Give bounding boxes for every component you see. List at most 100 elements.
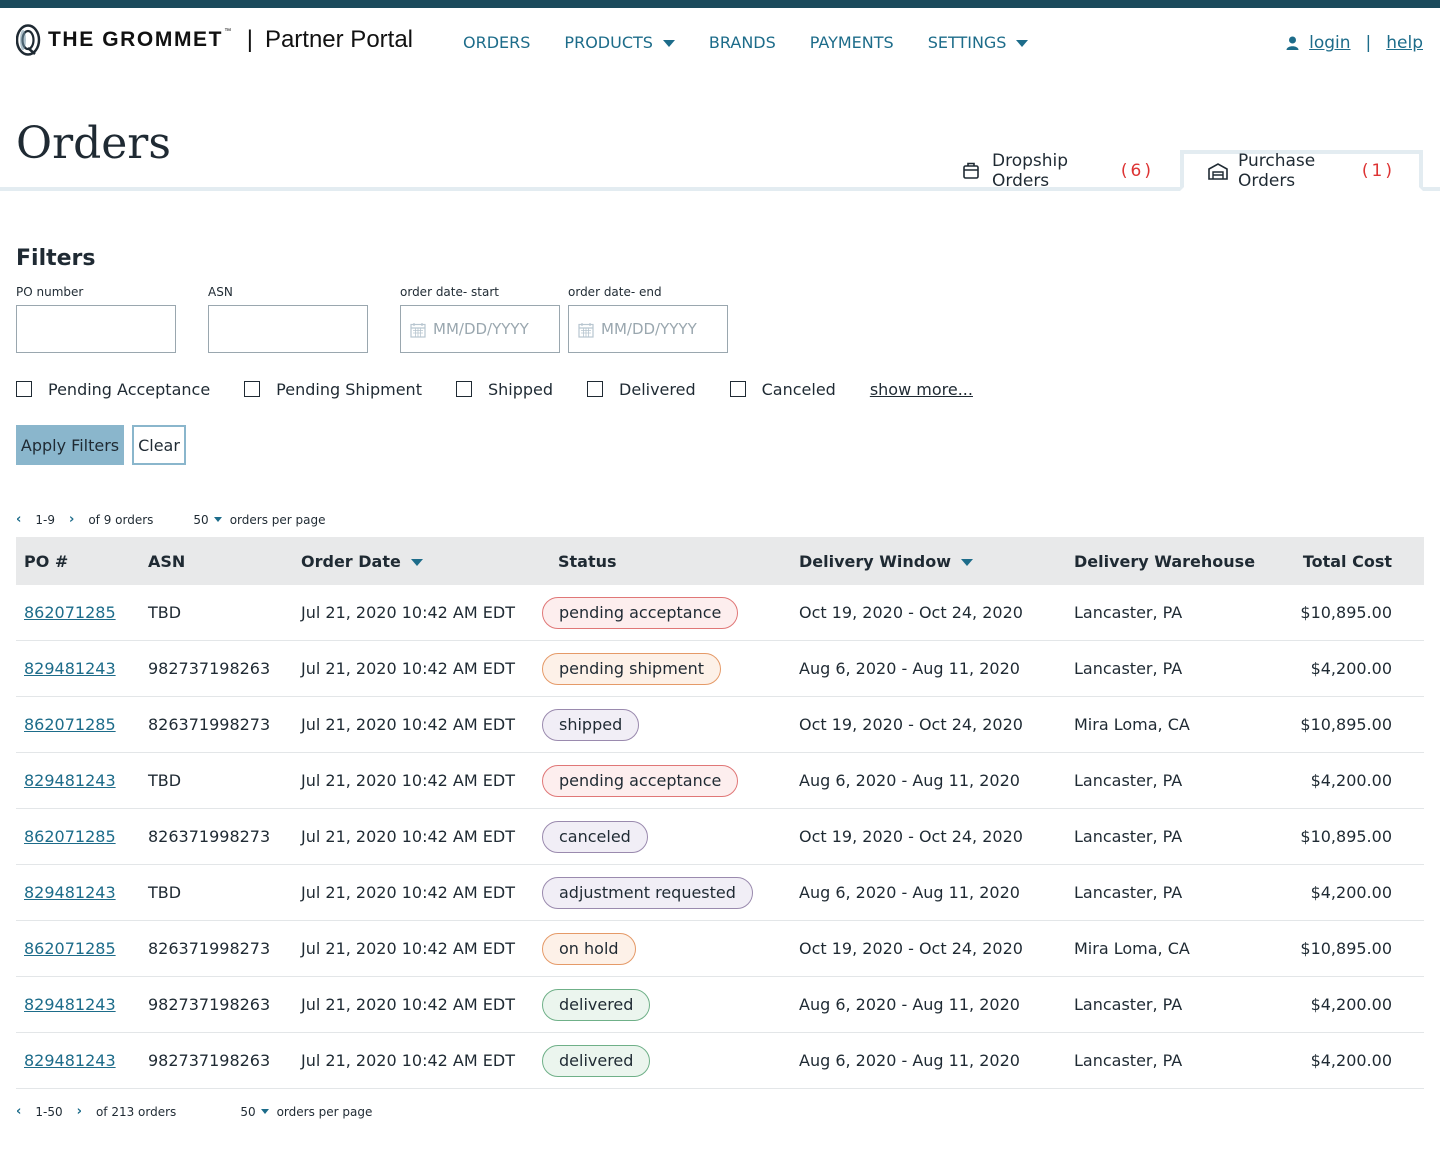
delivery-window-cell: Oct 19, 2020 - Oct 24, 2020 bbox=[799, 827, 1023, 846]
warehouse-cell: Lancaster, PA bbox=[1074, 771, 1183, 790]
checkbox-box[interactable] bbox=[729, 381, 746, 397]
page-title: Orders bbox=[16, 118, 171, 169]
pagination-top: ‹ 1-9 › of 9 orders 50 orders per page bbox=[16, 512, 326, 527]
po-link[interactable]: 862071285 bbox=[24, 939, 116, 958]
table-row: 829481243 982737198263 Jul 21, 2020 10:42 … bbox=[16, 641, 1424, 697]
po-cell: 862071285 bbox=[24, 809, 116, 864]
nav-products[interactable]: PRODUCTS bbox=[564, 33, 675, 52]
po-link[interactable]: 829481243 bbox=[24, 659, 116, 678]
total-cost-cell: $4,200.00 bbox=[1310, 771, 1392, 790]
total-cost-cell: $4,200.00 bbox=[1310, 659, 1392, 678]
order-date-end-input[interactable] bbox=[568, 305, 728, 353]
nav-payments[interactable]: PAYMENTS bbox=[810, 33, 894, 52]
status-badge: adjustment requested bbox=[542, 876, 753, 909]
checkbox-canceled[interactable]: Canceled bbox=[729, 380, 836, 399]
chevron-down-icon bbox=[213, 517, 222, 522]
checkbox-pending-acceptance[interactable]: Pending Acceptance bbox=[16, 380, 210, 399]
col-po: PO # bbox=[24, 551, 69, 571]
utility-links: login | help bbox=[1286, 33, 1423, 53]
po-number-input[interactable] bbox=[16, 305, 176, 353]
order-date-cell: Jul 21, 2020 10:42 AM EDT bbox=[301, 939, 515, 958]
show-more-link[interactable]: show more... bbox=[870, 380, 973, 399]
status-badge: canceled bbox=[542, 820, 648, 853]
status-badge: delivered bbox=[542, 1044, 651, 1077]
brand-logo[interactable]: THE GROMMET™ | Partner Portal bbox=[15, 24, 414, 56]
po-link[interactable]: 862071285 bbox=[24, 827, 116, 846]
box-icon bbox=[962, 162, 980, 180]
po-link[interactable]: 862071285 bbox=[24, 715, 116, 734]
total-cost-cell: $4,200.00 bbox=[1310, 883, 1392, 902]
total-cost-cell: $4,200.00 bbox=[1310, 1051, 1392, 1070]
status-badge: pending shipment bbox=[542, 652, 722, 685]
table-row: 829481243 982737198263 Jul 21, 2020 10:42 … bbox=[16, 977, 1424, 1033]
order-date-cell: Jul 21, 2020 10:42 AM EDT bbox=[301, 827, 515, 846]
chevron-right-icon[interactable]: › bbox=[77, 1104, 82, 1119]
nav-settings[interactable]: SETTINGS bbox=[928, 33, 1029, 52]
chevron-left-icon[interactable]: ‹ bbox=[16, 1104, 21, 1119]
order-date-cell: Jul 21, 2020 10:42 AM EDT bbox=[301, 995, 515, 1014]
table-row: 862071285 826371998273 Jul 21, 2020 10:42 … bbox=[16, 921, 1424, 977]
po-link[interactable]: 829481243 bbox=[24, 1051, 116, 1070]
checkbox-pending-shipment[interactable]: Pending Shipment bbox=[244, 380, 422, 399]
total-cost-cell: $10,895.00 bbox=[1300, 603, 1392, 622]
order-date-cell: Jul 21, 2020 10:42 AM EDT bbox=[301, 715, 515, 734]
chevron-right-icon[interactable]: › bbox=[69, 512, 74, 527]
per-page-select[interactable]: 50 bbox=[193, 513, 222, 527]
po-cell: 829481243 bbox=[24, 1033, 116, 1088]
warehouse-cell: Lancaster, PA bbox=[1074, 1051, 1183, 1070]
po-cell: 829481243 bbox=[24, 865, 116, 920]
checkbox-delivered[interactable]: Delivered bbox=[587, 380, 696, 399]
checkbox-box[interactable] bbox=[455, 381, 472, 397]
nav-brands[interactable]: BRANDS bbox=[709, 33, 776, 52]
table-row: 829481243 TBD Jul 21, 2020 10:42 AM EDT adj… bbox=[16, 865, 1424, 921]
order-date-cell: Jul 21, 2020 10:42 AM EDT bbox=[301, 771, 515, 790]
clear-filters-button[interactable]: Clear bbox=[132, 425, 186, 465]
col-order-date[interactable]: Order Date bbox=[301, 537, 423, 585]
po-number-label: PO number bbox=[16, 285, 84, 299]
delivery-window-cell: Aug 6, 2020 - Aug 11, 2020 bbox=[799, 659, 1020, 678]
po-link[interactable]: 829481243 bbox=[24, 883, 116, 902]
nav-orders[interactable]: ORDERS bbox=[463, 33, 530, 52]
checkbox-shipped[interactable]: Shipped bbox=[455, 380, 553, 399]
warehouse-cell: Mira Loma, CA bbox=[1074, 939, 1190, 958]
col-delivery-window[interactable]: Delivery Window bbox=[799, 537, 974, 585]
order-date-start-input[interactable] bbox=[400, 305, 560, 353]
order-date-cell: Jul 21, 2020 10:42 AM EDT bbox=[301, 883, 515, 902]
asn-input[interactable] bbox=[208, 305, 368, 353]
po-link[interactable]: 829481243 bbox=[24, 995, 116, 1014]
col-total-cost: Total Cost bbox=[1302, 551, 1392, 571]
chevron-left-icon[interactable]: ‹ bbox=[16, 512, 21, 527]
grommet-logo-icon bbox=[15, 24, 42, 56]
total-cost-cell: $4,200.00 bbox=[1310, 995, 1392, 1014]
total-cost-cell: $10,895.00 bbox=[1300, 827, 1392, 846]
warehouse-cell: Lancaster, PA bbox=[1074, 827, 1183, 846]
portal-name: Partner Portal bbox=[264, 26, 414, 53]
login-link[interactable]: login bbox=[1309, 33, 1350, 53]
apply-filters-button[interactable]: Apply Filters bbox=[16, 425, 124, 465]
warehouse-icon bbox=[1208, 162, 1228, 180]
chevron-down-icon bbox=[662, 40, 675, 47]
tab-purchase-orders[interactable]: Purchase Orders (1) bbox=[1180, 150, 1423, 191]
po-link[interactable]: 829481243 bbox=[24, 771, 116, 790]
delivery-window-cell: Aug 6, 2020 - Aug 11, 2020 bbox=[799, 771, 1020, 790]
asn-label: ASN bbox=[208, 285, 233, 299]
page-range: 1-9 bbox=[35, 512, 55, 527]
per-page-label: orders per page bbox=[229, 512, 326, 527]
chevron-down-icon bbox=[260, 1109, 269, 1114]
checkbox-box[interactable] bbox=[587, 381, 604, 397]
tab-count: (1) bbox=[1361, 160, 1395, 181]
page-total: of 9 orders bbox=[88, 512, 154, 527]
status-cell: on hold bbox=[542, 921, 636, 976]
order-date-end-label: order date- end bbox=[568, 285, 662, 299]
brand-name: THE GROMMET™ bbox=[48, 28, 233, 51]
tab-dropship-orders[interactable]: Dropship Orders (6) bbox=[938, 150, 1178, 191]
checkbox-box[interactable] bbox=[244, 381, 261, 397]
help-link[interactable]: help bbox=[1386, 33, 1423, 53]
po-cell: 862071285 bbox=[24, 585, 116, 640]
checkbox-box[interactable] bbox=[16, 381, 32, 397]
per-page-select[interactable]: 50 bbox=[240, 1105, 269, 1119]
po-link[interactable]: 862071285 bbox=[24, 603, 116, 622]
table-row: 829481243 TBD Jul 21, 2020 10:42 AM EDT pen… bbox=[16, 753, 1424, 809]
user-icon bbox=[1286, 36, 1299, 50]
delivery-window-cell: Oct 19, 2020 - Oct 24, 2020 bbox=[799, 603, 1023, 622]
